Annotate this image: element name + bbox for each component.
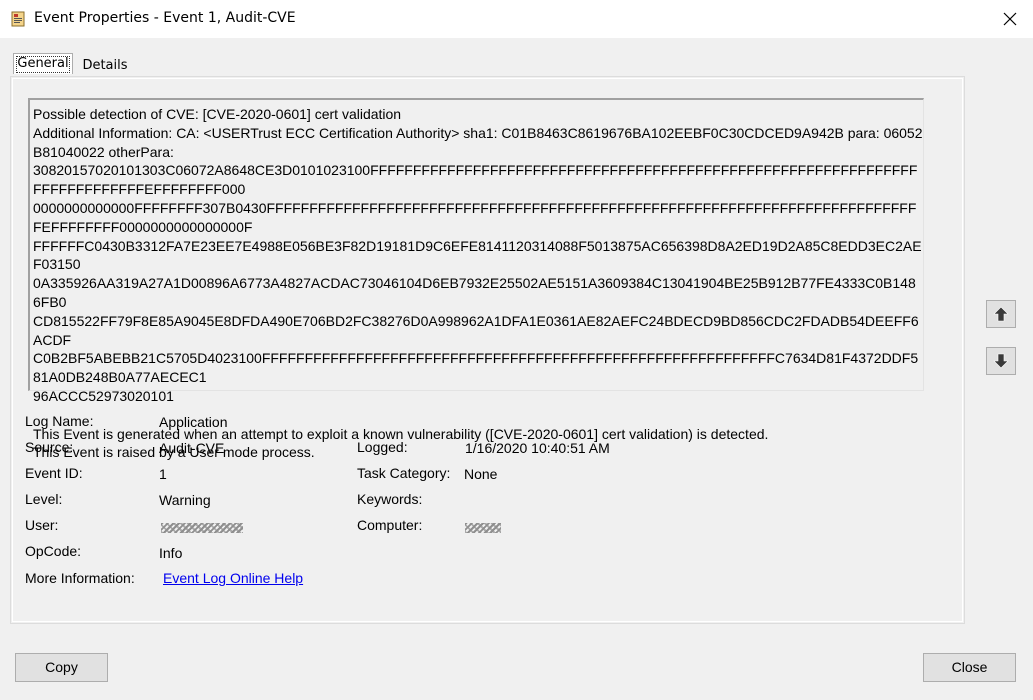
- close-window-button[interactable]: [997, 6, 1023, 32]
- event-id-value: 1: [159, 466, 167, 482]
- close-icon: [1003, 12, 1017, 26]
- computer-value-redacted: [465, 523, 501, 533]
- keywords-label: Keywords:: [357, 491, 423, 507]
- previous-event-button[interactable]: [986, 300, 1016, 328]
- tab-details[interactable]: Details: [76, 56, 134, 76]
- level-label: Level:: [25, 491, 63, 507]
- task-category-value: None: [464, 466, 498, 482]
- copy-button[interactable]: Copy: [15, 653, 108, 682]
- user-value-redacted: [161, 523, 243, 533]
- logged-value: 1/16/2020 10:40:51 AM: [465, 440, 610, 456]
- close-button[interactable]: Close: [923, 653, 1016, 682]
- next-event-button[interactable]: [986, 347, 1016, 375]
- opcode-value: Info: [159, 545, 183, 561]
- title-bar: Event Properties - Event 1, Audit-CVE: [0, 0, 1033, 38]
- level-value: Warning: [159, 492, 211, 508]
- opcode-label: OpCode:: [25, 543, 82, 559]
- log-name-value: Application: [159, 414, 228, 430]
- user-label: User:: [25, 517, 59, 533]
- log-name-label: Log Name:: [25, 413, 94, 429]
- event-viewer-icon: [10, 11, 26, 27]
- event-log-online-help-link[interactable]: Event Log Online Help: [163, 570, 303, 586]
- event-id-label: Event ID:: [25, 465, 83, 481]
- more-information-label: More Information:: [25, 570, 135, 586]
- window-title: Event Properties - Event 1, Audit-CVE: [34, 10, 296, 26]
- event-description-box[interactable]: Possible detection of CVE: [CVE-2020-060…: [28, 98, 924, 460]
- source-label: Source:: [25, 439, 74, 455]
- arrow-up-icon: [993, 306, 1009, 322]
- task-category-label: Task Category:: [357, 465, 451, 481]
- event-description-text: Possible detection of CVE: [CVE-2020-060…: [33, 106, 923, 461]
- source-value: Audit-CVE: [159, 440, 225, 456]
- arrow-down-icon: [993, 353, 1009, 369]
- tab-general[interactable]: General: [13, 53, 73, 74]
- logged-label: Logged:: [357, 439, 408, 455]
- computer-label: Computer:: [357, 517, 423, 533]
